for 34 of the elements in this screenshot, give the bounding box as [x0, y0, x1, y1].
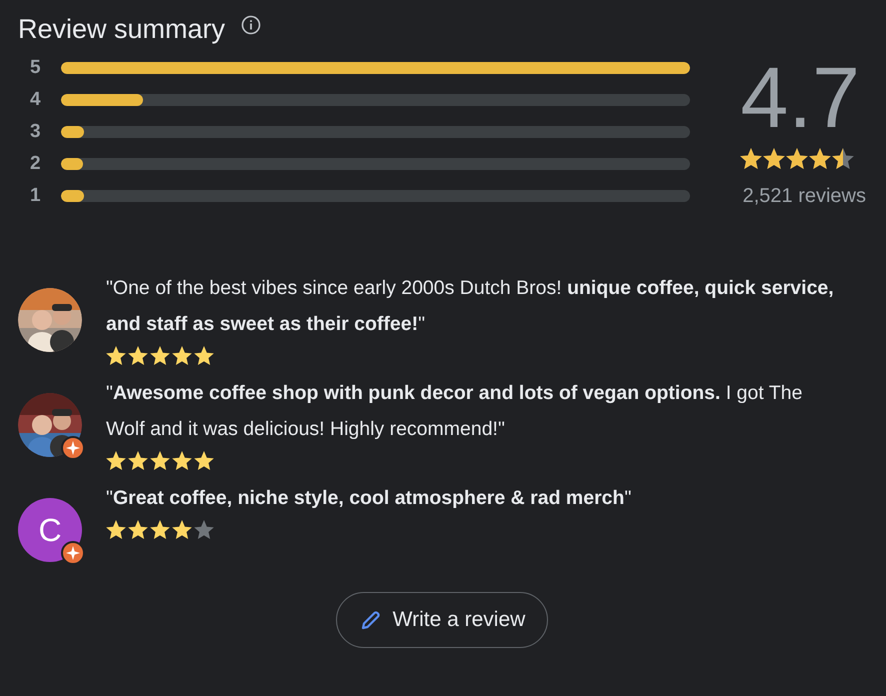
review-snippet: "Awesome coffee shop with punk decor and lots of vegan options. I got The Wolf and it was delicious! Highly recommend!" [106, 381, 804, 442]
average-rating: 4.7 [740, 49, 860, 148]
star-icon [128, 451, 148, 470]
star-icon [786, 148, 808, 169]
star-level-label: 4 [29, 89, 42, 111]
user-avatar: C [18, 498, 82, 562]
star-icon [832, 148, 854, 169]
star-level-label: 2 [29, 153, 42, 175]
star-icon [128, 346, 148, 365]
star-icon [150, 520, 170, 539]
review-snippet: "One of the best vibes since early 2000s Dutch Bros! unique coffee, quick service, and staff as sweet as their coffee!" [106, 276, 834, 337]
star-icon [172, 346, 192, 365]
star-icon [763, 148, 785, 169]
star-icon [194, 520, 214, 539]
star-icon [740, 148, 762, 169]
star-icon [194, 346, 214, 365]
star-level-label: 5 [29, 57, 42, 79]
star-icon [150, 451, 170, 470]
write-review-button[interactable]: Write a review [336, 592, 548, 648]
star-icon [172, 520, 192, 539]
star-level-label: 3 [29, 121, 42, 143]
star-icon [106, 346, 126, 365]
star-icon [128, 520, 148, 539]
review-snippet: "Great coffee, niche style, cool atmosphere & rad merch" [106, 486, 632, 511]
info-icon[interactable] [241, 15, 262, 35]
star-level-label: 1 [29, 185, 42, 207]
star-icon [106, 520, 126, 539]
star-icon [809, 148, 831, 169]
section-title: Review summary [18, 14, 226, 44]
star-icon [172, 451, 192, 470]
review-count: 2,521 reviews [742, 185, 866, 208]
star-icon [194, 451, 214, 470]
star-icon [106, 451, 126, 470]
star-icon [150, 346, 170, 365]
